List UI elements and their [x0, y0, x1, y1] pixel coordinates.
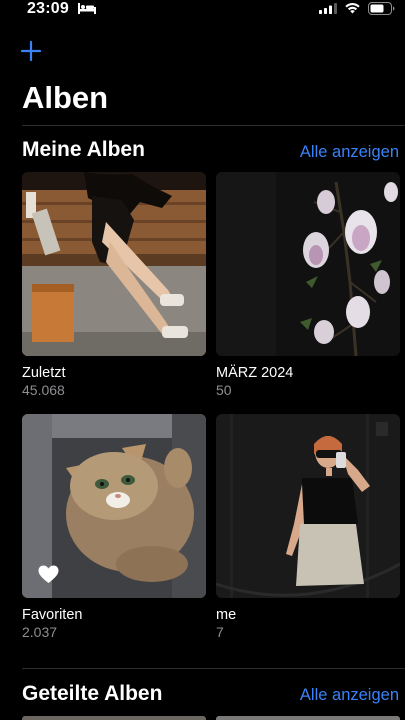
- album-me[interactable]: me 7: [216, 414, 400, 640]
- battery-icon: [368, 2, 395, 15]
- album-count: 7: [216, 624, 224, 640]
- album-count: 45.068: [22, 382, 65, 398]
- album-name: Favoriten: [22, 607, 83, 623]
- signal-icon: [319, 3, 337, 14]
- album-count: 2.037: [22, 624, 58, 640]
- divider: [22, 125, 405, 126]
- see-all-my-albums-link[interactable]: Alle anzeigen: [300, 141, 399, 163]
- status-bar: 23:09: [0, 0, 405, 20]
- section-title-my-albums: Meine Alben: [22, 138, 145, 161]
- album-name: MÄRZ 2024: [216, 365, 294, 381]
- status-time: 23:09: [27, 0, 69, 17]
- divider: [22, 668, 405, 669]
- plus-icon[interactable]: [20, 40, 42, 62]
- album-maerz-2024[interactable]: MÄRZ 2024 50: [216, 172, 400, 398]
- album-thumbnail[interactable]: [22, 172, 206, 356]
- page-title: Alben: [22, 80, 109, 115]
- album-zuletzt[interactable]: Zuletzt 45.068: [22, 172, 206, 398]
- album-name: Zuletzt: [22, 365, 66, 381]
- album-thumbnail[interactable]: [216, 172, 400, 356]
- album-name: me: [216, 607, 237, 623]
- album-count: 50: [216, 382, 232, 398]
- album-favoriten[interactable]: Favoriten 2.037: [22, 414, 206, 640]
- wifi-icon: [345, 3, 360, 14]
- shared-album-thumbnail[interactable]: [22, 716, 206, 720]
- album-thumbnail[interactable]: [216, 414, 400, 598]
- heart-icon: [38, 565, 59, 583]
- bed-icon: [78, 3, 96, 14]
- section-title-shared-albums: Geteilte Alben: [22, 682, 163, 705]
- see-all-shared-albums-link[interactable]: Alle anzeigen: [300, 684, 399, 706]
- album-thumbnail[interactable]: [22, 414, 206, 598]
- shared-album-thumbnail[interactable]: [216, 716, 400, 720]
